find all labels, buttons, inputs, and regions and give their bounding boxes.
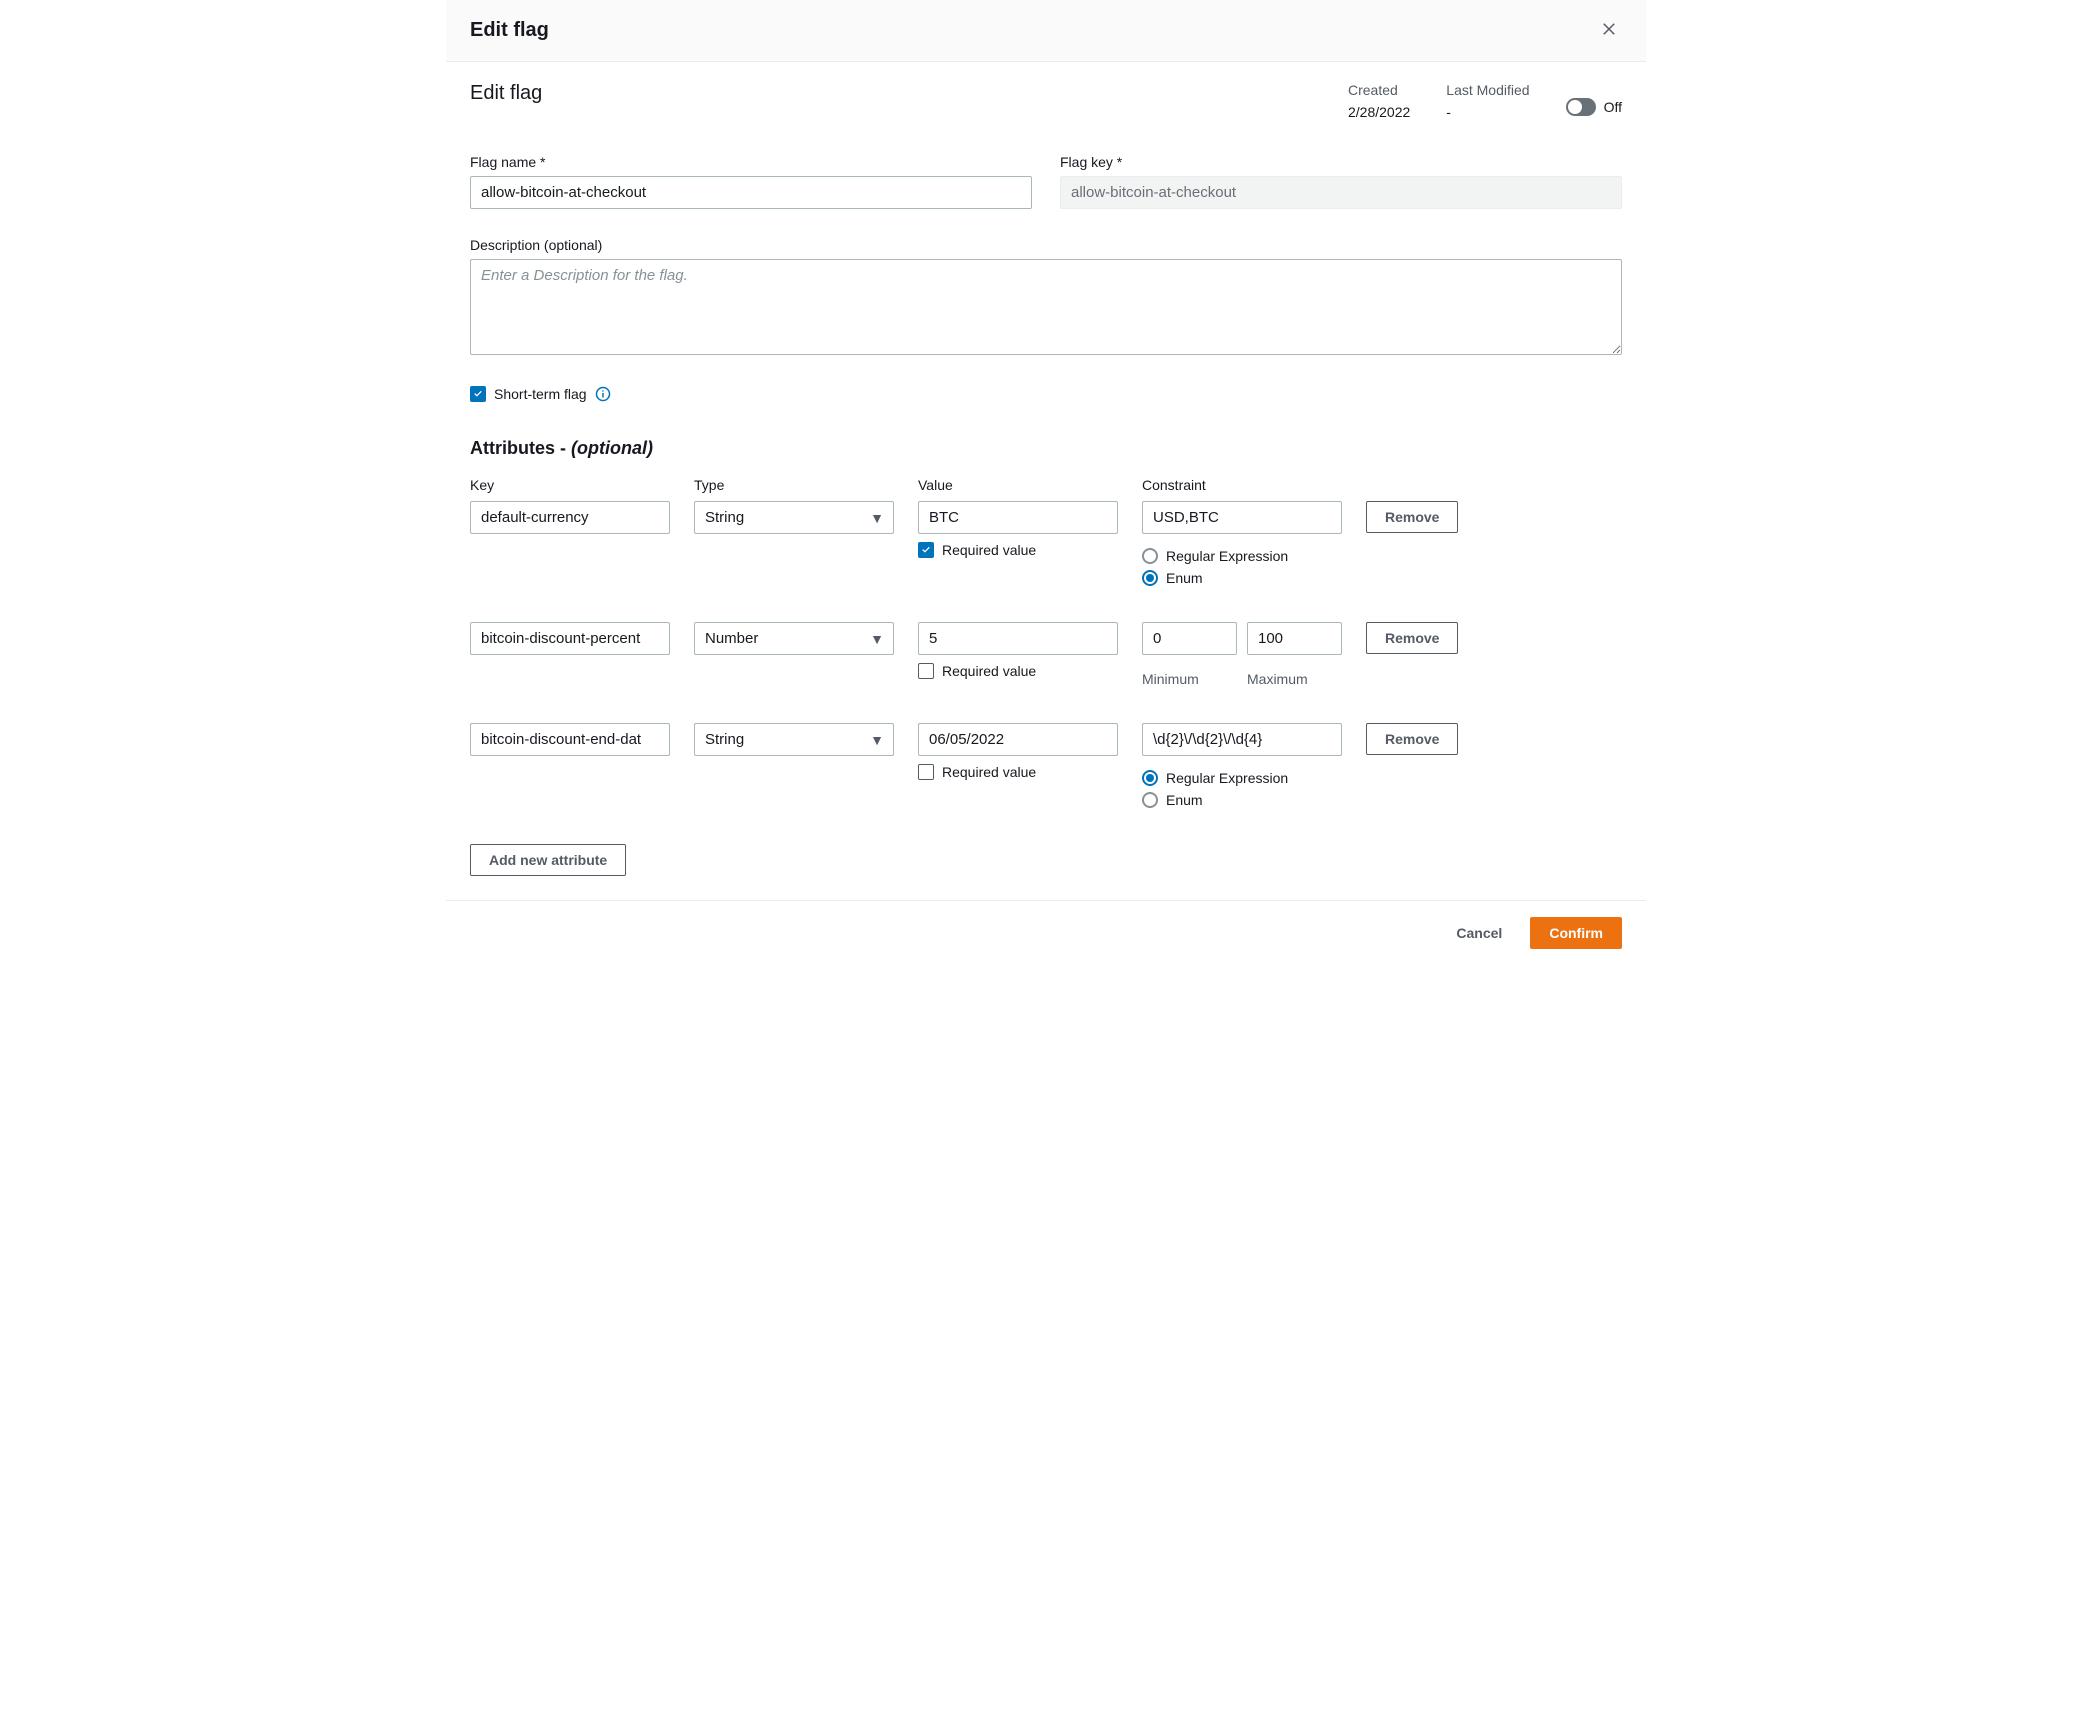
- regex-radio[interactable]: [1142, 548, 1158, 564]
- check-icon: [472, 388, 484, 400]
- max-label: Maximum: [1247, 671, 1342, 687]
- flag-name-input[interactable]: [470, 176, 1032, 209]
- modified-value: -: [1446, 104, 1529, 120]
- flag-toggle-wrap: Off: [1566, 98, 1622, 116]
- enum-radio[interactable]: [1142, 570, 1158, 586]
- description-label: Description (optional): [470, 237, 1622, 253]
- attribute-row: String ▼ Required value Regular Expressi…: [470, 501, 1622, 586]
- created-value: 2/28/2022: [1348, 104, 1410, 120]
- attributes-header: Key Type Value Constraint: [470, 477, 1622, 493]
- metadata: Created 2/28/2022 Last Modified - Off: [1348, 82, 1622, 120]
- flag-name-field: Flag name *: [470, 154, 1032, 209]
- required-checkbox[interactable]: [918, 764, 934, 780]
- short-term-label: Short-term flag: [494, 386, 587, 402]
- close-icon: [1600, 26, 1618, 41]
- required-checkbox[interactable]: [918, 663, 934, 679]
- cancel-button[interactable]: Cancel: [1438, 917, 1520, 949]
- page-subtitle: Edit flag: [470, 82, 542, 105]
- regex-label: Regular Expression: [1166, 548, 1288, 564]
- close-button[interactable]: [1596, 16, 1622, 45]
- top-row: Edit flag Created 2/28/2022 Last Modifie…: [470, 82, 1622, 120]
- description-field: Description (optional): [470, 237, 1622, 358]
- regex-radio[interactable]: [1142, 770, 1158, 786]
- flag-key-input: [1060, 176, 1622, 209]
- remove-button[interactable]: Remove: [1366, 723, 1458, 755]
- required-label: Required value: [942, 542, 1036, 558]
- remove-button[interactable]: Remove: [1366, 501, 1458, 533]
- flag-key-field: Flag key *: [1060, 154, 1622, 209]
- required-label: Required value: [942, 663, 1036, 679]
- check-icon: [920, 544, 932, 556]
- regex-label: Regular Expression: [1166, 770, 1288, 786]
- attr-type-select[interactable]: String: [694, 723, 894, 756]
- attributes-title: Attributes - (optional): [470, 438, 1622, 459]
- attr-key-input[interactable]: [470, 501, 670, 534]
- modal-title: Edit flag: [470, 19, 549, 42]
- attr-type-select[interactable]: Number: [694, 622, 894, 655]
- modal-body: Edit flag Created 2/28/2022 Last Modifie…: [446, 62, 1646, 900]
- add-attribute-button[interactable]: Add new attribute: [470, 844, 626, 876]
- col-type: Type: [694, 477, 894, 493]
- enum-radio[interactable]: [1142, 792, 1158, 808]
- col-constraint: Constraint: [1142, 477, 1342, 493]
- short-term-checkbox[interactable]: [470, 386, 486, 402]
- attr-value-input[interactable]: [918, 622, 1118, 655]
- name-key-row: Flag name * Flag key *: [470, 154, 1622, 209]
- created-block: Created 2/28/2022: [1348, 82, 1410, 120]
- attributes-title-text: Attributes -: [470, 438, 571, 458]
- short-term-row: Short-term flag: [470, 386, 1622, 402]
- required-checkbox[interactable]: [918, 542, 934, 558]
- modal-footer: Cancel Confirm: [446, 900, 1646, 965]
- attr-key-input[interactable]: [470, 622, 670, 655]
- toggle-state: Off: [1604, 99, 1622, 115]
- attr-value-input[interactable]: [918, 723, 1118, 756]
- attr-type-select[interactable]: String: [694, 501, 894, 534]
- min-label: Minimum: [1142, 671, 1237, 687]
- attr-key-input[interactable]: [470, 723, 670, 756]
- attributes-optional: (optional): [571, 438, 653, 458]
- col-value: Value: [918, 477, 1118, 493]
- flag-key-label: Flag key *: [1060, 154, 1622, 170]
- confirm-button[interactable]: Confirm: [1530, 917, 1622, 949]
- constraint-input[interactable]: [1142, 501, 1342, 534]
- enum-label: Enum: [1166, 570, 1203, 586]
- col-key: Key: [470, 477, 670, 493]
- created-label: Created: [1348, 82, 1410, 98]
- toggle-knob: [1568, 100, 1582, 114]
- max-input[interactable]: [1247, 622, 1342, 655]
- modal-header: Edit flag: [446, 0, 1646, 62]
- attribute-row: Number ▼ Required value Minimum: [470, 622, 1622, 687]
- attribute-row: String ▼ Required value Regular Expressi…: [470, 723, 1622, 808]
- info-icon[interactable]: [595, 386, 611, 402]
- attr-value-input[interactable]: [918, 501, 1118, 534]
- min-input[interactable]: [1142, 622, 1237, 655]
- remove-button[interactable]: Remove: [1366, 622, 1458, 654]
- edit-flag-modal: Edit flag Edit flag Created 2/28/2022 La…: [446, 0, 1646, 965]
- flag-toggle[interactable]: [1566, 98, 1596, 116]
- enum-label: Enum: [1166, 792, 1203, 808]
- description-textarea[interactable]: [470, 259, 1622, 355]
- flag-name-label: Flag name *: [470, 154, 1032, 170]
- constraint-input[interactable]: [1142, 723, 1342, 756]
- modified-block: Last Modified -: [1446, 82, 1529, 120]
- required-label: Required value: [942, 764, 1036, 780]
- modified-label: Last Modified: [1446, 82, 1529, 98]
